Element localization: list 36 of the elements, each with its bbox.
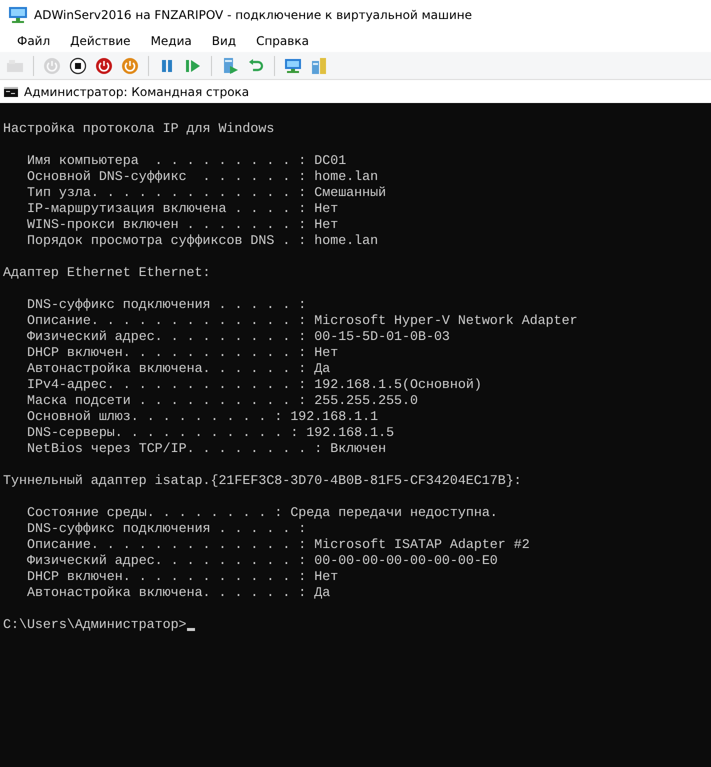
cursor-icon <box>186 628 195 631</box>
console-line: DNS-серверы. . . . . . . . . . . : 192.168.1.5 <box>27 425 396 441</box>
console-line: NetBios через TCP/IP. . . . . . . . : Включен <box>27 441 388 457</box>
console-line: Описание. . . . . . . . . . . . . : Microsoft Hyper-V Network Adapter <box>27 313 579 329</box>
console-line: Основной шлюз. . . . . . . . . : 192.168.1.1 <box>27 409 380 425</box>
console-heading: Адаптер Ethernet Ethernet: <box>3 265 212 281</box>
window-title: ADWinServ2016 на FNZARIPOV - подключение к виртуальной машине <box>34 8 472 22</box>
menu-item[interactable]: Справка <box>247 32 318 50</box>
console-line: Тип узла. . . . . . . . . . . . . : Смешанный <box>27 185 388 201</box>
monitor-icon <box>8 6 28 24</box>
console-line: DHCP включен. . . . . . . . . . . : Нет <box>27 569 340 585</box>
console-heading: Туннельный адаптер isatap.{21FEF3C8-3D70-4B0B-81F5-CF34204EC17B}: <box>3 473 523 489</box>
command-prompt: C:\Users\Администратор> <box>3 617 187 633</box>
console-line: Автонастройка включена. . . . . . : Да <box>27 585 332 601</box>
console-line: DHCP включен. . . . . . . . . . . : Нет <box>27 345 340 361</box>
console-line: Состояние среды. . . . . . . . : Среда передачи недоступна. <box>27 505 499 521</box>
console-line: Автонастройка включена. . . . . . : Да <box>27 361 332 377</box>
console-line: DNS-суффикс подключения . . . . . : <box>27 297 308 313</box>
console-heading: Настройка протокола IP для Windows <box>3 121 276 137</box>
console-line: IPv4-адрес. . . . . . . . . . . . : 192.168.1.5(Основной) <box>27 377 483 393</box>
console-line: Маска подсети . . . . . . . . . . : 255.255.255.0 <box>27 393 419 409</box>
console-line: Описание. . . . . . . . . . . . . : Microsoft ISATAP Adapter #2 <box>27 537 531 553</box>
menu-item[interactable]: Действие <box>61 32 140 50</box>
console-line: WINS-прокси включен . . . . . . . : Нет <box>27 217 340 233</box>
console-title: Администратор: Командная строка <box>24 85 250 99</box>
console-line: Порядок просмотра суффиксов DNS . : home.lan <box>27 233 380 249</box>
console-line: IP-маршрутизация включена . . . . : Нет <box>27 201 340 217</box>
console-line: Физический адрес. . . . . . . . . : 00-00-00-00-00-00-00-E0 <box>27 553 499 569</box>
menu-item[interactable]: Медиа <box>142 32 201 50</box>
console-line: DNS-суффикс подключения . . . . . : <box>27 521 308 537</box>
console-line: Имя компьютера . . . . . . . . . : DC01 <box>27 153 348 169</box>
console-line: Основной DNS-суффикс . . . . . . : home.lan <box>27 169 380 185</box>
menu-item[interactable]: Вид <box>202 32 246 50</box>
console-icon <box>4 87 18 97</box>
console-line: Физический адрес. . . . . . . . . : 00-15-5D-01-0B-03 <box>27 329 451 345</box>
menu-item[interactable]: Файл <box>8 32 60 50</box>
